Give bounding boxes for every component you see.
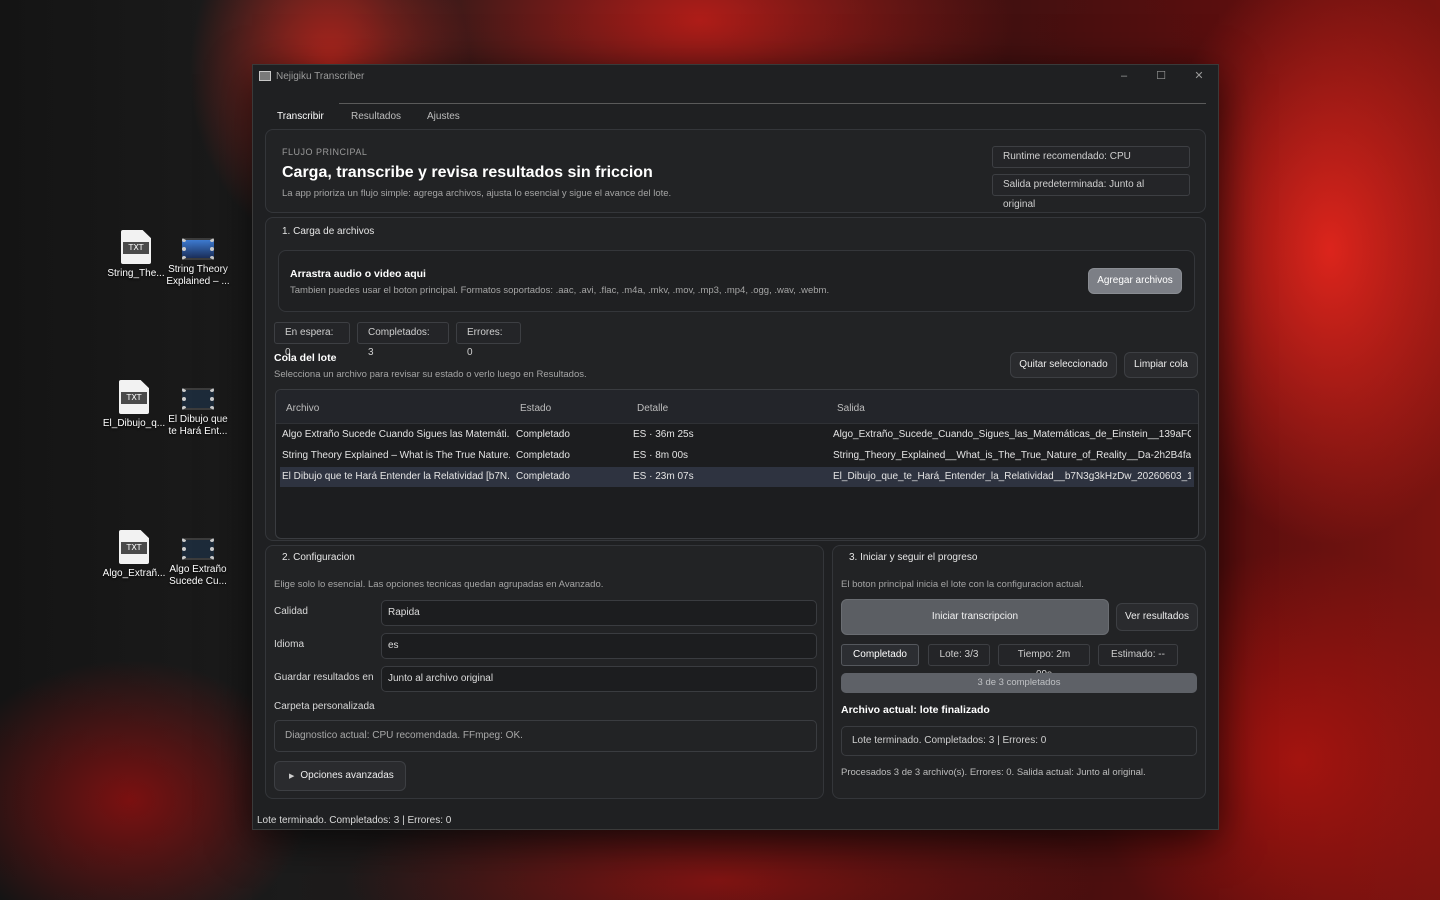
estimate-chip: Estimado: --	[1098, 644, 1178, 666]
batch-chip: Lote: 3/3	[928, 644, 990, 666]
column-detalle[interactable]: Detalle	[637, 403, 668, 414]
text-file-icon: TXT	[121, 230, 151, 264]
diagnostic-box: Diagnostico actual: CPU recomendada. FFm…	[274, 720, 817, 752]
hero-subtitle: La app prioriza un flujo simple: agrega …	[282, 188, 672, 199]
cell-detail: ES · 8m 00s	[633, 450, 689, 461]
view-results-button[interactable]: Ver resultados	[1116, 603, 1198, 631]
queue-title: Cola del lote	[274, 352, 337, 364]
minimize-button[interactable]: –	[1110, 68, 1138, 84]
desktop-icon-label: String Theory Explained – ...	[166, 264, 230, 287]
text-file-icon: TXT	[119, 530, 149, 564]
table-row[interactable]: String Theory Explained – What is The Tr…	[280, 446, 1194, 466]
progress-log: Lote terminado. Completados: 3 | Errores…	[841, 726, 1197, 756]
cell-output: El_Dibujo_que_te_Hará_Entender_la_Relati…	[833, 471, 1191, 482]
progress-section-title: 3. Iniciar y seguir el progreso	[849, 552, 978, 563]
config-hint: Elige solo lo esencial. Las opciones tec…	[274, 579, 604, 590]
column-archivo[interactable]: Archivo	[286, 403, 319, 414]
desktop-icon-label: String_The...	[107, 268, 165, 279]
page-title: Carga, transcribe y revisa resultados si…	[282, 164, 653, 181]
hero-card: FLUJO PRINCIPAL Carga, transcribe y revi…	[265, 129, 1206, 213]
maximize-button[interactable]: ☐	[1147, 68, 1175, 84]
cell-status: Completado	[516, 450, 570, 461]
save-location-label: Guardar resultados en	[274, 672, 374, 683]
tab-resultados[interactable]: Resultados	[351, 111, 401, 122]
cell-status: Completado	[516, 471, 570, 482]
progress-text: 3 de 3 completados	[977, 677, 1061, 688]
progress-card: 3. Iniciar y seguir el progreso El boton…	[832, 545, 1206, 799]
table-header: Archivo Estado Detalle Salida	[276, 390, 1198, 424]
runtime-badge: Runtime recomendado: CPU	[992, 146, 1190, 168]
config-card: 2. Configuracion Elige solo lo esencial.…	[265, 545, 824, 799]
desktop-icon-label: El Dibujo que te Hará Ent...	[168, 414, 228, 437]
desktop-icon-txt-3[interactable]: TXT Algo_Extrañ...	[102, 530, 166, 580]
drop-hint: Tambien puedes usar el boton principal. …	[290, 285, 830, 296]
cell-status: Completado	[516, 429, 570, 440]
queue-subtitle: Selecciona un archivo para revisar su es…	[274, 369, 587, 380]
waiting-count: En espera: 0	[274, 322, 350, 358]
desktop-icon-video-2[interactable]: El Dibujo que te Hará Ent...	[166, 380, 230, 438]
desktop-icon-label: El_Dibujo_q...	[102, 418, 166, 429]
quality-label: Calidad	[274, 606, 308, 617]
remove-selected-button[interactable]: Quitar seleccionado	[1010, 352, 1117, 378]
drop-title: Arrastra audio o video aqui	[290, 268, 426, 280]
cell-output: Algo_Extraño_Sucede_Cuando_Sigues_las_Ma…	[833, 429, 1191, 440]
table-row-selected[interactable]: El Dibujo que te Hará Entender la Relati…	[280, 467, 1194, 487]
app-icon	[259, 71, 271, 81]
cell-file: Algo Extraño Sucede Cuando Sigues las Ma…	[282, 429, 510, 440]
language-field[interactable]: es	[381, 633, 817, 659]
app-window: Nejigiku Transcriber – ☐ ✕ Transcribir R…	[252, 64, 1219, 830]
text-file-icon: TXT	[119, 380, 149, 414]
desktop-icon-txt-1[interactable]: TXT String_The...	[104, 230, 168, 280]
hero-eyebrow: FLUJO PRINCIPAL	[282, 147, 368, 157]
advanced-options-toggle[interactable]: ▶ Opciones avanzadas	[274, 761, 406, 791]
status-bar: Lote terminado. Completados: 3 | Errores…	[257, 815, 452, 826]
save-location-select[interactable]: Junto al archivo original	[381, 666, 817, 692]
desktop-icon-label: Algo_Extrañ...	[102, 568, 166, 579]
cell-file: El Dibujo que te Hará Entender la Relati…	[282, 471, 510, 482]
close-button[interactable]: ✕	[1185, 68, 1213, 84]
caret-right-icon: ▶	[289, 773, 295, 780]
errors-count: Errores: 0	[456, 322, 521, 358]
cell-detail: ES · 23m 07s	[633, 471, 694, 482]
config-section-title: 2. Configuracion	[282, 552, 355, 563]
column-salida[interactable]: Salida	[837, 403, 865, 414]
clear-queue-button[interactable]: Limpiar cola	[1124, 352, 1198, 378]
column-estado[interactable]: Estado	[520, 403, 551, 414]
desktop-icon-label: Algo Extraño Sucede Cu...	[169, 564, 227, 587]
language-label: Idioma	[274, 639, 305, 650]
desktop-icon-video-3[interactable]: Algo Extraño Sucede Cu...	[166, 530, 230, 588]
current-file-title: Archivo actual: lote finalizado	[841, 704, 990, 716]
progress-bar: 3 de 3 completados	[841, 673, 1197, 693]
progress-hint: El boton principal inicia el lote con la…	[841, 579, 1084, 590]
time-chip: Tiempo: 2m 09s	[998, 644, 1090, 680]
completed-count: Completados: 3	[357, 322, 449, 358]
cell-file: String Theory Explained – What is The Tr…	[282, 450, 510, 461]
queue-table[interactable]: Archivo Estado Detalle Salida Algo Extra…	[275, 389, 1199, 539]
advanced-options-label: Opciones avanzadas	[300, 770, 394, 781]
table-row[interactable]: Algo Extraño Sucede Cuando Sigues las Ma…	[280, 425, 1194, 445]
tab-divider	[339, 103, 1206, 104]
progress-summary: Procesados 3 de 3 archivo(s). Errores: 0…	[841, 767, 1146, 778]
desktop-icon-video-1[interactable]: String Theory Explained – ...	[166, 230, 230, 288]
add-files-button[interactable]: Agregar archivos	[1088, 268, 1182, 294]
tab-transcribir[interactable]: Transcribir	[277, 111, 324, 122]
drop-zone[interactable]: Arrastra audio o video aqui Tambien pued…	[278, 250, 1195, 312]
upload-section-title: 1. Carga de archivos	[282, 226, 375, 237]
cell-output: String_Theory_Explained__What_is_The_Tru…	[833, 450, 1191, 461]
window-title: Nejigiku Transcriber	[276, 71, 365, 82]
custom-folder-label: Carpeta personalizada	[274, 701, 375, 712]
video-file-icon	[182, 388, 214, 410]
start-transcription-button[interactable]: Iniciar transcripcion	[841, 599, 1109, 635]
video-file-icon	[182, 238, 214, 260]
title-bar[interactable]: Nejigiku Transcriber – ☐ ✕	[253, 65, 1218, 87]
output-default-badge: Salida predeterminada: Junto al original	[992, 174, 1190, 210]
desktop-icon-txt-2[interactable]: TXT El_Dibujo_q...	[102, 380, 166, 430]
tab-ajustes[interactable]: Ajustes	[427, 111, 460, 122]
video-file-icon	[182, 538, 214, 560]
quality-select[interactable]: Rapida	[381, 600, 817, 626]
cell-detail: ES · 36m 25s	[633, 429, 694, 440]
status-chip: Completado	[841, 644, 919, 666]
